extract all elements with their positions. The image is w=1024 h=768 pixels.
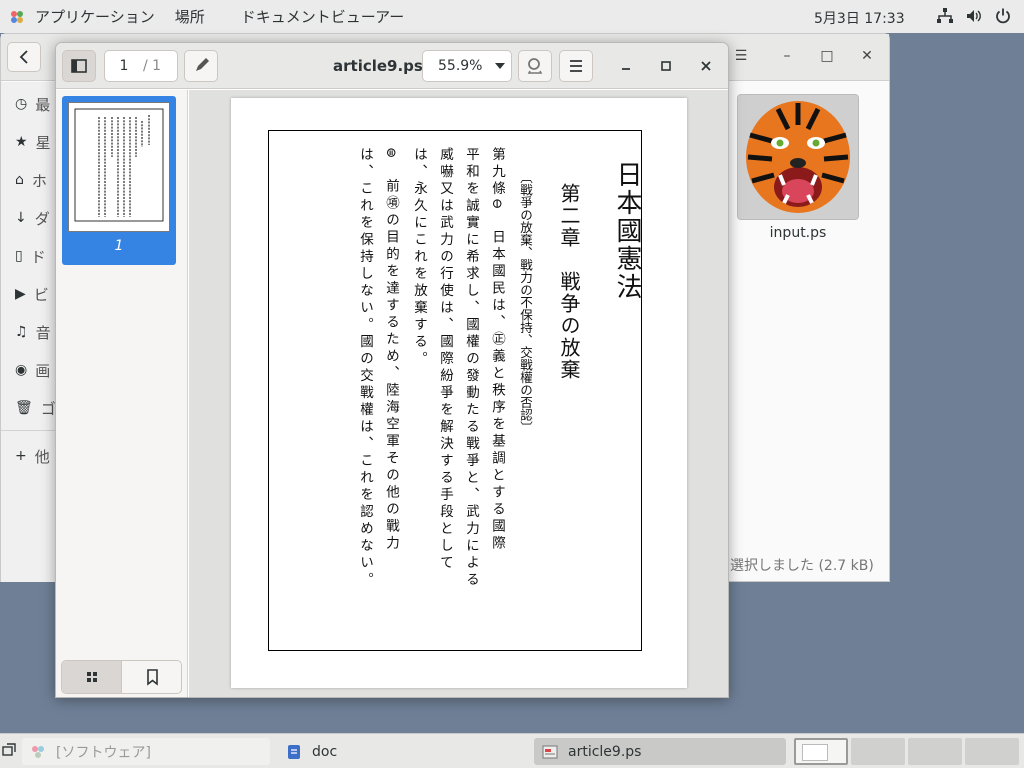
fm-minimize-icon[interactable]: – <box>777 46 797 66</box>
fm-menu-icon[interactable]: ☰ <box>731 46 751 66</box>
camera-icon: ◉ <box>15 362 28 378</box>
home-icon: ⌂ <box>15 172 24 188</box>
workspace-3[interactable] <box>908 738 962 765</box>
zoom-value: 55.9% <box>438 58 483 74</box>
text-line-3: 威嚇又は武力の行使は、國際紛爭を解決する手段として <box>437 147 453 572</box>
document-viewer-window: 1 / 1 article9.ps 55.9% 1 日本國憲法 第二章 戦争の放… <box>55 42 729 698</box>
minimize-icon <box>622 68 630 70</box>
workspace-4[interactable] <box>965 738 1019 765</box>
thumbnail-page-number: 1 <box>114 238 124 254</box>
pencil-icon <box>196 58 209 71</box>
fm-close-icon[interactable]: ✕ <box>857 46 877 66</box>
zoom-select[interactable]: 55.9% <box>422 50 512 82</box>
sidebar-item-other-locations[interactable]: + 他 <box>15 446 50 466</box>
show-desktop-icon[interactable] <box>2 743 16 757</box>
text-line-4: は、永久にこれを放棄する。 <box>411 147 427 368</box>
text-line-5: ⊜ 前㊠の目的を達するため、陸海空軍その他の戰力 <box>383 147 399 553</box>
taskbar-item-viewer[interactable]: article9.ps <box>534 738 786 765</box>
document-view[interactable]: 日本國憲法 第二章 戦争の放棄 〔戰爭の放棄、戰力の不保持、交戰權の否認〕 第九… <box>189 90 728 697</box>
text-line-6: は、これを保持しない。國の交戰權は、これを認めない。 <box>357 147 373 589</box>
maximize-button[interactable] <box>656 56 676 76</box>
sidebar-icon <box>71 59 87 73</box>
chevron-left-icon <box>19 50 28 64</box>
sidebar-view-switcher <box>61 660 182 694</box>
article-subtitle: 〔戰爭の放棄、戰力の不保持、交戰權の否認〕 <box>518 171 533 434</box>
file-manager-icon <box>286 744 302 760</box>
grid-icon <box>87 672 97 682</box>
music-icon: ♫ <box>15 324 28 340</box>
software-icon <box>30 744 46 760</box>
sidebar-item-starred[interactable]: ★ 星 <box>15 132 51 152</box>
thumbnails-view-button[interactable] <box>62 661 122 693</box>
selection-status: 選択しました (2.7 kB) <box>730 558 874 574</box>
minimize-button[interactable] <box>616 56 636 76</box>
main-menu-button[interactable] <box>559 50 593 82</box>
applications-menu[interactable]: アプリケーション <box>35 6 155 27</box>
dropdown-arrow-icon <box>495 63 506 69</box>
workspace-1[interactable] <box>794 738 848 765</box>
sidebar-item-music[interactable]: ♫ 音 <box>15 322 51 342</box>
power-icon[interactable] <box>994 7 1012 25</box>
file-name: input.ps <box>769 225 827 241</box>
page-thumbnail-1[interactable]: 1 <box>62 96 176 265</box>
search-icon <box>527 58 543 74</box>
sidebar-item-trash[interactable]: 🗑 ゴ <box>15 398 56 418</box>
document-viewer-icon <box>542 744 558 760</box>
annotate-button[interactable] <box>184 50 218 82</box>
text-line-1: 第九條⊖ 日本國民は、㊣義と秩序を基調とする國際 <box>489 147 505 553</box>
page-total: / 1 <box>143 58 162 74</box>
sidebar-item-videos[interactable]: ▶ ビ <box>15 284 49 304</box>
bookmark-icon <box>147 669 158 686</box>
page-current[interactable]: 1 <box>105 58 143 74</box>
text-line-2: 平和を誠實に希求し、國權の發動たる戰爭と、武力による <box>463 147 479 589</box>
close-icon <box>701 61 711 71</box>
volume-icon[interactable] <box>965 7 983 25</box>
taskbar-item-software[interactable]: [ソフトウェア] <box>22 738 270 765</box>
video-icon: ▶ <box>15 286 26 302</box>
chapter-heading: 第二章 戦争の放棄 <box>557 183 581 381</box>
workspace-2[interactable] <box>851 738 905 765</box>
sidebar-item-recent[interactable]: ◷ 最 <box>15 94 50 114</box>
thumbnail-sidebar: 1 <box>56 90 188 697</box>
document-title-text: 日本國憲法 <box>612 161 642 301</box>
plus-icon: + <box>15 448 27 464</box>
sidebar-item-home[interactable]: ⌂ ホ <box>15 170 47 190</box>
sidebar-item-pictures[interactable]: ◉ 画 <box>15 360 50 380</box>
page-border: 日本國憲法 第二章 戦争の放棄 〔戰爭の放棄、戰力の不保持、交戰權の否認〕 第九… <box>268 130 642 651</box>
places-menu[interactable]: 場所 <box>175 6 205 27</box>
sidebar-item-documents[interactable]: ▯ ド <box>15 246 46 266</box>
thumbnail-page-preview <box>68 102 170 232</box>
tiger-thumbnail <box>737 94 859 220</box>
bookmarks-view-button[interactable] <box>123 661 181 693</box>
sidebar-toggle-button[interactable] <box>62 50 96 82</box>
back-button[interactable] <box>7 42 41 72</box>
document-icon: ▯ <box>15 248 23 264</box>
clock-icon: ◷ <box>15 96 28 112</box>
search-button[interactable] <box>518 50 552 82</box>
hamburger-icon <box>570 60 582 72</box>
network-icon[interactable] <box>936 7 954 25</box>
page-number-entry[interactable]: 1 / 1 <box>104 50 178 82</box>
maximize-icon <box>661 61 671 71</box>
bottom-taskbar: [ソフトウェア] doc article9.ps <box>0 733 1024 768</box>
document-title: article9.ps <box>333 57 423 75</box>
file-item-input-ps[interactable]: input.ps <box>736 94 860 241</box>
viewer-headerbar: 1 / 1 article9.ps 55.9% <box>56 43 728 89</box>
fm-maximize-icon[interactable]: □ <box>817 46 837 66</box>
document-page: 日本國憲法 第二章 戦争の放棄 〔戰爭の放棄、戰力の不保持、交戰權の否認〕 第九… <box>231 98 687 688</box>
trash-icon: 🗑 <box>15 400 33 416</box>
clock[interactable]: 5月3日 17:33 <box>814 8 905 28</box>
download-icon: ↓ <box>15 210 27 226</box>
top-bar: アプリケーション 場所 ドキュメントビューアー 5月3日 17:33 <box>0 0 1024 33</box>
active-app-menu[interactable]: ドキュメントビューアー <box>241 6 405 27</box>
activities-logo-icon[interactable] <box>9 9 25 25</box>
sidebar-item-downloads[interactable]: ↓ ダ <box>15 208 50 228</box>
file-manager-sidebar: ◷ 最 ★ 星 ⌂ ホ ↓ ダ ▯ ド ▶ ビ ♫ 音 ◉ 画 🗑 ゴ + 他 <box>1 82 57 582</box>
star-icon: ★ <box>15 134 28 150</box>
close-button[interactable] <box>696 56 716 76</box>
taskbar-item-doc[interactable]: doc <box>278 738 526 765</box>
